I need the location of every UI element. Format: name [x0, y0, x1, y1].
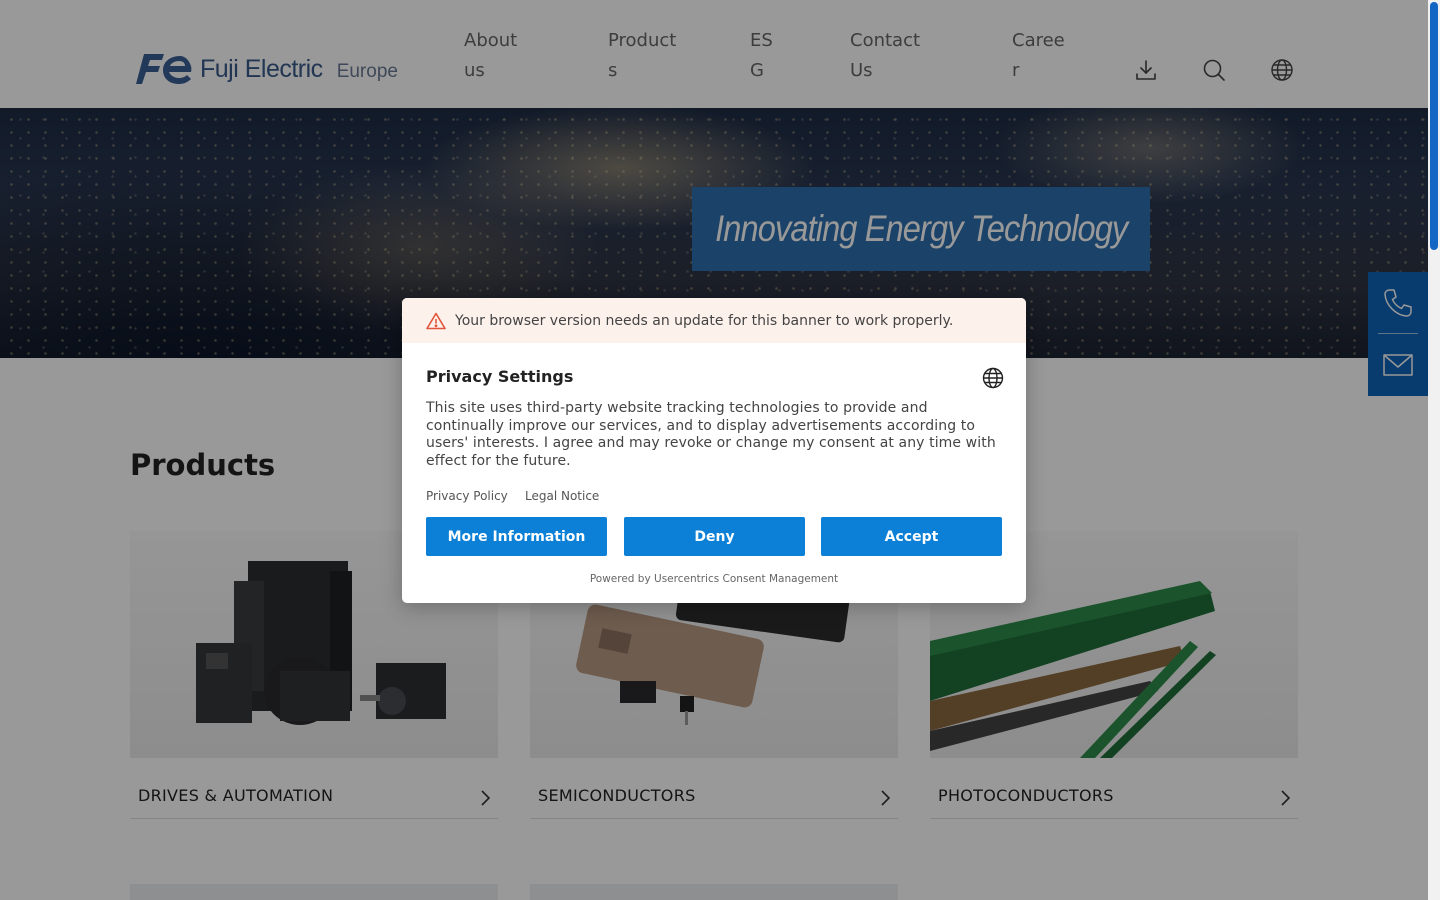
- privacy-settings-title: Privacy Settings: [426, 367, 574, 386]
- browser-warning-banner: Your browser version needs an update for…: [402, 298, 1026, 343]
- privacy-policy-link[interactable]: Privacy Policy: [426, 489, 508, 503]
- language-globe-icon[interactable]: [982, 367, 1004, 389]
- page: Fuji Electric Europe About us Products E…: [0, 0, 1428, 900]
- more-information-button[interactable]: More Information: [426, 517, 607, 556]
- accept-button[interactable]: Accept: [821, 517, 1002, 556]
- scrollbar-thumb[interactable]: [1430, 2, 1438, 250]
- legal-notice-link[interactable]: Legal Notice: [525, 489, 599, 503]
- page-scrollbar[interactable]: [1428, 0, 1440, 900]
- browser-warning-text: Your browser version needs an update for…: [455, 312, 954, 329]
- privacy-description: This site uses third-party website track…: [426, 400, 996, 469]
- privacy-consent-dialog: Your browser version needs an update for…: [402, 298, 1026, 603]
- deny-button[interactable]: Deny: [624, 517, 805, 556]
- powered-by-text: Powered by Usercentrics Consent Manageme…: [589, 573, 839, 585]
- warning-icon: [426, 312, 446, 329]
